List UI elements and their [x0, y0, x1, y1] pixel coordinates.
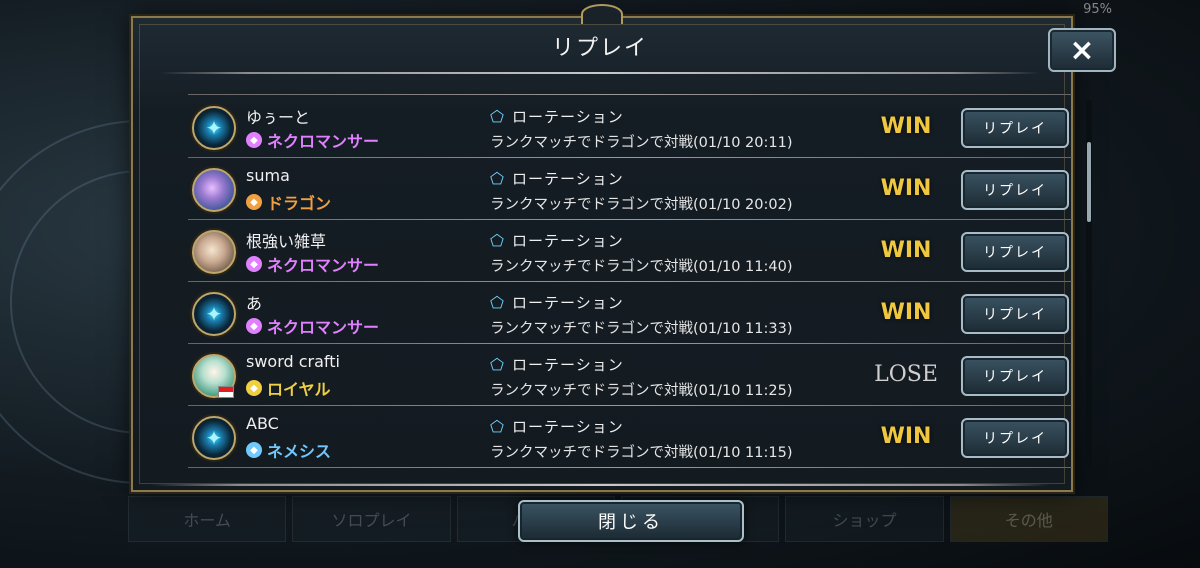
- class-name: ドラゴン: [267, 194, 332, 213]
- dragon-icon: ◆: [246, 194, 262, 210]
- rotation-icon: ⬠: [490, 293, 504, 312]
- avatar-emblem-icon: ✦: [205, 116, 223, 140]
- match-detail: ランクマッチでドラゴンで対戦(01/10 11:25): [490, 383, 793, 399]
- row-divider: [188, 94, 1072, 95]
- match-result: WIN: [880, 114, 932, 139]
- close-button[interactable]: 閉じる: [518, 500, 744, 542]
- row-divider: [188, 467, 1072, 468]
- scrollbar-thumb[interactable]: [1087, 142, 1091, 222]
- match-result: LOSE: [874, 362, 938, 387]
- match-format: ローテーション: [512, 170, 624, 188]
- nav-shop: ショップ: [785, 496, 944, 542]
- bottom-divider: [150, 484, 1050, 486]
- avatar-emblem-icon: [194, 170, 234, 210]
- match-result: WIN: [880, 176, 932, 201]
- player-name: suma: [246, 166, 290, 185]
- rotation-icon: ⬠: [490, 355, 504, 374]
- nav-home: ホーム: [128, 496, 287, 542]
- replay-button[interactable]: リプレイ: [961, 418, 1069, 458]
- nemesis-icon: ◆: [246, 442, 262, 458]
- match-result: WIN: [880, 424, 932, 449]
- match-detail: ランクマッチでドラゴンで対戦(01/10 11:40): [490, 259, 793, 275]
- match-format: ローテーション: [512, 294, 624, 312]
- replay-row: suma ◆ ドラゴン ⬠ ローテーション ランクマッチでドラゴンで対戦(01/1…: [180, 158, 1080, 220]
- modal-title: リプレイ: [551, 36, 648, 61]
- player-class: ◆ ネクロマンサー: [246, 128, 379, 152]
- avatar-emblem-icon: ✦: [205, 426, 223, 450]
- replay-list: ✦ ゆぅーと ◆ ネクロマンサー ⬠ ローテーション ランクマッチでドラゴンで対戦…: [180, 94, 1080, 488]
- score-indicator: 95%: [1083, 2, 1112, 17]
- rotation-icon: ⬠: [490, 107, 504, 126]
- rotation-icon: ⬠: [490, 169, 504, 188]
- rotation-icon: ⬠: [490, 417, 504, 436]
- nav-other: その他: [949, 496, 1108, 542]
- replay-row: ✦ ABC ◆ ネメシス ⬠ ローテーション ランクマッチでドラゴンで対戦(01/…: [180, 406, 1080, 468]
- match-format: ローテーション: [512, 418, 624, 436]
- player-avatar: [192, 230, 236, 274]
- avatar-emblem-icon: ✦: [205, 302, 223, 326]
- player-avatar: ✦: [192, 416, 236, 460]
- class-name: ネクロマンサー: [267, 318, 380, 337]
- country-flag-icon: [218, 386, 234, 398]
- match-detail: ランクマッチでドラゴンで対戦(01/10 20:11): [490, 135, 793, 151]
- player-name: あ: [246, 294, 263, 313]
- modal-top-ornament: [581, 4, 623, 24]
- player-class: ◆ ネクロマンサー: [246, 252, 379, 276]
- avatar-emblem-icon: [194, 232, 234, 272]
- class-name: ネメシス: [267, 442, 332, 461]
- replay-button[interactable]: リプレイ: [961, 232, 1069, 272]
- player-avatar: ✦: [192, 292, 236, 336]
- player-class: ◆ ドラゴン: [246, 190, 331, 214]
- royal-icon: ◆: [246, 380, 262, 396]
- replay-button[interactable]: リプレイ: [961, 108, 1069, 148]
- close-icon: ×: [1069, 32, 1095, 68]
- player-class: ◆ ネメシス: [246, 438, 331, 462]
- necromancer-icon: ◆: [246, 256, 262, 272]
- nav-solo-play: ソロプレイ: [292, 496, 451, 542]
- replay-row: 根強い雑草 ◆ ネクロマンサー ⬠ ローテーション ランクマッチでドラゴンで対戦(…: [180, 220, 1080, 282]
- class-name: ネクロマンサー: [267, 256, 380, 275]
- player-class: ◆ ロイヤル: [246, 376, 331, 400]
- match-format: ローテーション: [512, 232, 624, 250]
- player-name: sword crafti: [246, 352, 340, 371]
- replay-row: ✦ あ ◆ ネクロマンサー ⬠ ローテーション ランクマッチでドラゴンで対戦(01…: [180, 282, 1080, 344]
- player-avatar: [192, 168, 236, 212]
- match-detail: ランクマッチでドラゴンで対戦(01/10 20:02): [490, 197, 793, 213]
- replay-button[interactable]: リプレイ: [961, 356, 1069, 396]
- necromancer-icon: ◆: [246, 318, 262, 334]
- replay-button[interactable]: リプレイ: [961, 170, 1069, 210]
- replay-button[interactable]: リプレイ: [961, 294, 1069, 334]
- rotation-icon: ⬠: [490, 231, 504, 250]
- player-name: ABC: [246, 414, 279, 433]
- match-result: WIN: [880, 238, 932, 263]
- match-format: ローテーション: [512, 108, 624, 126]
- match-detail: ランクマッチでドラゴンで対戦(01/10 11:15): [490, 445, 793, 461]
- class-name: ロイヤル: [267, 380, 331, 399]
- player-name: ゆぅーと: [246, 108, 311, 127]
- match-detail: ランクマッチでドラゴンで対戦(01/10 11:33): [490, 321, 793, 337]
- class-name: ネクロマンサー: [267, 132, 380, 151]
- close-icon-button[interactable]: ×: [1048, 28, 1116, 72]
- necromancer-icon: ◆: [246, 132, 262, 148]
- match-result: WIN: [880, 300, 932, 325]
- player-name: 根強い雑草: [246, 232, 327, 251]
- match-format: ローテーション: [512, 356, 624, 374]
- player-class: ◆ ネクロマンサー: [246, 314, 379, 338]
- replay-row: ✦ ゆぅーと ◆ ネクロマンサー ⬠ ローテーション ランクマッチでドラゴンで対戦…: [180, 96, 1080, 158]
- replay-row: sword crafti ◆ ロイヤル ⬠ ローテーション ランクマッチでドラゴン…: [180, 344, 1080, 406]
- player-avatar: ✦: [192, 106, 236, 150]
- title-divider: [160, 72, 1040, 74]
